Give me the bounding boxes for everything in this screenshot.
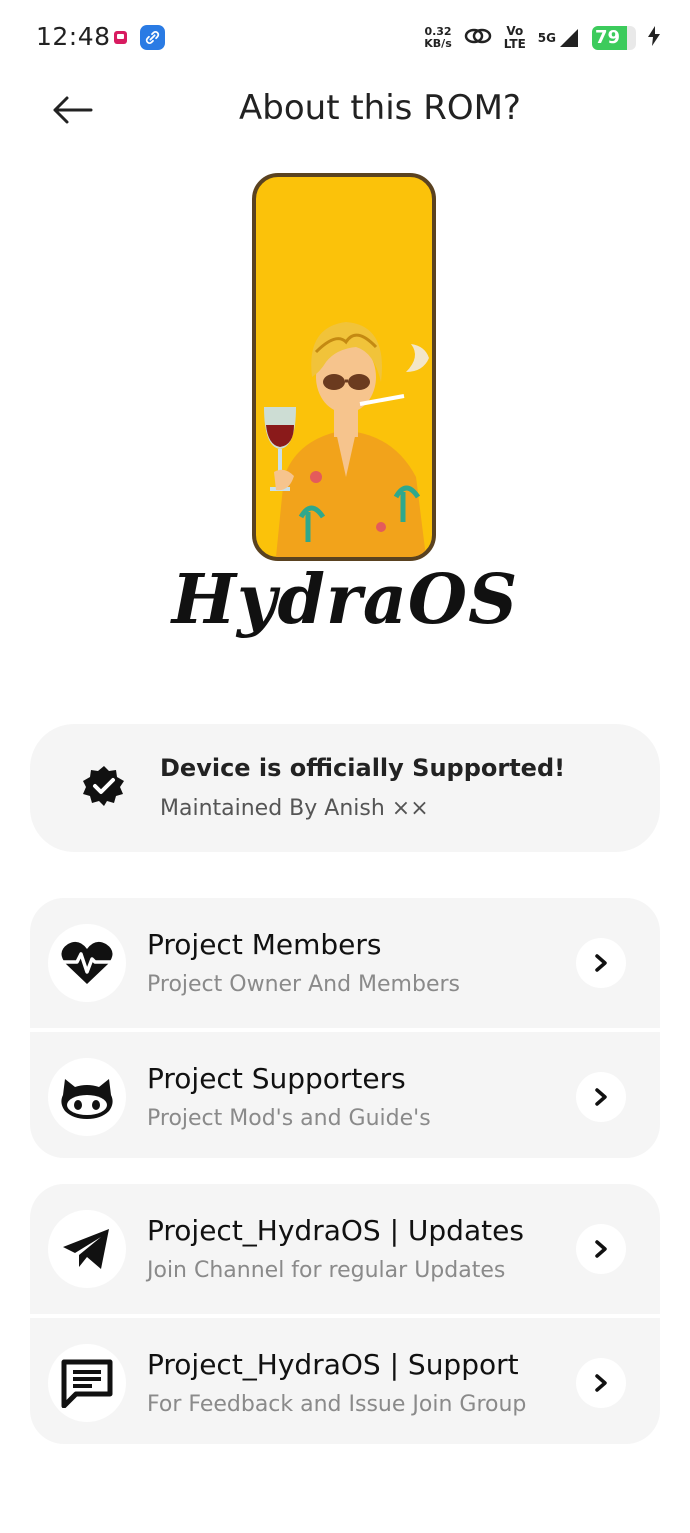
chevron-right-icon[interactable]	[576, 1072, 626, 1122]
project-members-item[interactable]: Project Members Project Owner And Member…	[30, 898, 660, 1028]
support-status-title: Device is officially Supported!	[160, 754, 566, 782]
signal-strength-icon	[560, 29, 578, 47]
heartbeat-icon	[48, 924, 126, 1002]
project-group-1: Project Members Project Owner And Member…	[30, 898, 660, 1158]
project-group-2: Project_HydraOS | Updates Join Channel f…	[30, 1184, 660, 1444]
page-title: About this ROM?	[239, 88, 521, 128]
rom-mascot-image	[252, 173, 436, 561]
row-subtitle: Project Owner And Members	[147, 972, 460, 997]
maintainer-text: Maintained By Anish ××	[160, 796, 429, 821]
row-title: Project Supporters	[147, 1062, 406, 1095]
support-group-item[interactable]: Project_HydraOS | Support For Feedback a…	[30, 1314, 660, 1444]
row-title: Project_HydraOS | Support	[147, 1348, 519, 1381]
status-bar: 12:48 0.32 KB/s Vo LTE 5G 79	[0, 0, 690, 76]
hotspot-link-icon	[464, 24, 492, 52]
notification-app-icon	[114, 31, 127, 44]
project-supporters-item[interactable]: Project Supporters Project Mod's and Gui…	[30, 1028, 660, 1158]
updates-channel-item[interactable]: Project_HydraOS | Updates Join Channel f…	[30, 1184, 660, 1314]
network-speed: 0.32 KB/s	[424, 25, 452, 50]
signal-5g: 5G	[538, 27, 580, 49]
telegram-icon	[48, 1210, 126, 1288]
device-support-card: Device is officially Supported! Maintain…	[30, 724, 660, 852]
github-icon	[48, 1058, 126, 1136]
status-time: 12:48	[36, 22, 111, 51]
row-title: Project Members	[147, 928, 382, 961]
row-subtitle: Project Mod's and Guide's	[147, 1106, 431, 1131]
chat-icon	[48, 1344, 126, 1422]
verified-badge-icon	[83, 766, 124, 806]
row-subtitle: Join Channel for regular Updates	[147, 1258, 506, 1283]
battery-indicator: 79	[592, 26, 636, 50]
chevron-right-icon[interactable]	[576, 938, 626, 988]
link-app-icon	[140, 25, 165, 50]
chevron-right-icon[interactable]	[576, 1224, 626, 1274]
charging-bolt-icon	[648, 26, 660, 50]
chevron-right-icon[interactable]	[576, 1358, 626, 1408]
rom-logo-text: HydraOS	[171, 560, 519, 640]
row-subtitle: For Feedback and Issue Join Group	[147, 1392, 527, 1417]
volte-indicator: Vo LTE	[503, 24, 526, 51]
row-title: Project_HydraOS | Updates	[147, 1214, 524, 1247]
